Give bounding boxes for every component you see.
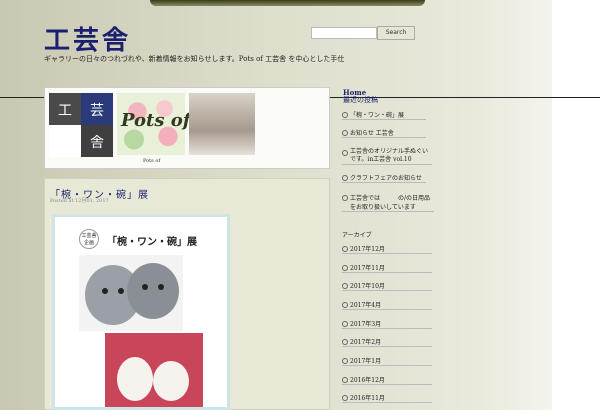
recent-post-link[interactable]: クラフトフェアのお知らせ	[342, 173, 426, 183]
svg-text:工: 工	[58, 103, 72, 119]
recent-post-link[interactable]: 工芸舎では の/の日用品をお取り扱いしています	[342, 193, 434, 212]
archive-link[interactable]: 2016年12月	[342, 375, 432, 385]
white-dogs-photo	[105, 333, 203, 407]
site-tagline: ギャラリーの日々のつれづれや、新着情報をお知らせします。Pots of 工芸舎 …	[44, 55, 344, 63]
archive-link[interactable]: 2017年1月	[342, 356, 432, 366]
ceramic-dogs-photo	[79, 255, 183, 331]
kogei-logo: 工 芸 舎	[49, 93, 113, 157]
archive-link[interactable]: 2016年11月	[342, 393, 432, 403]
exhibition-flyer-image[interactable]: 工芸舎 企画 「椀・ワン・碗」展	[52, 214, 230, 410]
svg-text:芸: 芸	[90, 103, 104, 119]
archive-link[interactable]: 2017年11月	[342, 263, 432, 273]
flyer-title: 「椀・ワン・碗」展	[107, 237, 197, 248]
recent-post-link[interactable]: お知らせ 工芸舎	[342, 128, 426, 138]
pots-of-caption: Pots of	[143, 158, 161, 164]
search-input[interactable]	[311, 27, 377, 39]
header-banner: 工 芸 舎 Pots of Pots of	[44, 87, 330, 169]
search-button[interactable]: Search	[377, 26, 415, 40]
svg-text:舎: 舎	[90, 135, 104, 151]
recent-post-link[interactable]: 「椀・ワン・碗」展	[342, 110, 426, 120]
archive-heading: アーカイブ	[342, 232, 372, 239]
recent-posts-heading: 最近の投稿	[343, 96, 378, 104]
site-title[interactable]: 工芸舎	[44, 20, 131, 57]
recent-post-link[interactable]: 工芸舎のオリジナル手ぬぐいです。in工芸舎 vol.10	[342, 148, 432, 165]
pots-of-logo-text: Pots of	[121, 110, 191, 131]
archive-link[interactable]: 2017年2月	[342, 337, 432, 347]
top-decoration	[150, 0, 425, 6]
archive-link[interactable]: 2017年4月	[342, 300, 432, 310]
archive-link[interactable]: 2017年10月	[342, 281, 432, 291]
bowl-photo	[189, 93, 255, 155]
archive-link[interactable]: 2017年3月	[342, 319, 432, 329]
post-date: Posted at 12月01, 2017	[50, 198, 109, 204]
archive-link[interactable]: 2017年12月	[342, 244, 432, 254]
flyer-badge: 工芸舎 企画	[79, 229, 99, 249]
